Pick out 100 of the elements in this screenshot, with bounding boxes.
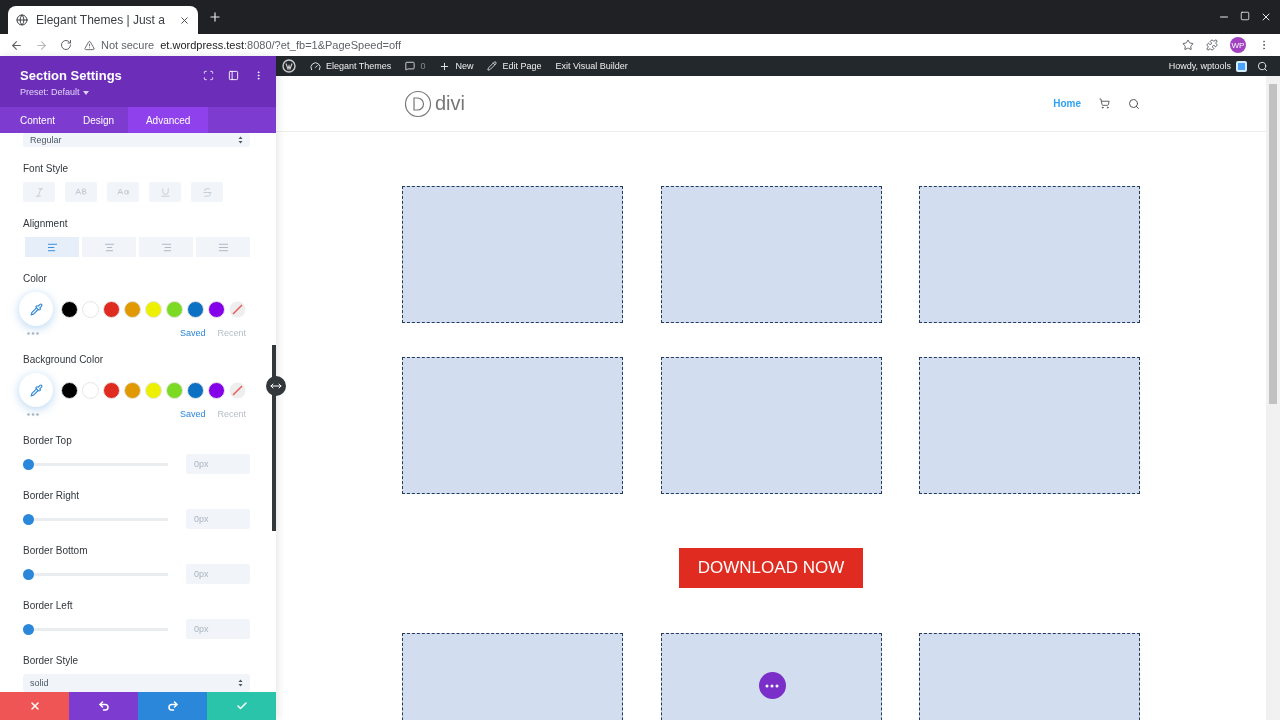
maximize-icon[interactable] [1240, 11, 1250, 21]
scrollbar-thumb[interactable] [1269, 84, 1277, 404]
exit-builder-link[interactable]: Exit Visual Builder [555, 61, 628, 71]
align-right-icon [160, 241, 172, 253]
new-link[interactable]: New [439, 60, 474, 72]
close-icon[interactable] [1260, 11, 1272, 23]
nav-link[interactable]: Home [1053, 98, 1081, 109]
comment-icon[interactable] [405, 61, 416, 71]
plus-icon[interactable] [439, 60, 451, 72]
close-icon[interactable] [179, 14, 190, 26]
panel-tab[interactable]: Advanced [128, 107, 209, 133]
edit-page-link[interactable]: Edit Page [487, 61, 542, 71]
font-weight-select[interactable]: Regular [23, 133, 250, 147]
browser-tab[interactable]: Elegant Themes | Just a [8, 6, 198, 34]
cart-icon[interactable] [1099, 98, 1110, 109]
underline-icon [159, 186, 171, 198]
color-swatch[interactable] [61, 300, 78, 318]
color-swatch[interactable] [124, 381, 141, 399]
slider-thumb[interactable] [23, 458, 34, 470]
color-swatch[interactable] [145, 300, 162, 318]
site-link[interactable]: Elegant Themes [310, 60, 392, 72]
download-button[interactable]: DOWNLOAD NOW [678, 548, 864, 588]
new-tab-icon[interactable] [208, 10, 222, 24]
globe-icon [16, 14, 28, 26]
wordpress-logo-icon[interactable] [282, 59, 296, 73]
reload-icon[interactable] [60, 39, 72, 51]
slider-thumb[interactable] [23, 623, 34, 635]
more-dots-icon[interactable] [27, 412, 39, 416]
eyedropper-button[interactable] [19, 373, 53, 407]
search-icon[interactable] [1257, 60, 1268, 72]
more-options-button[interactable] [758, 672, 786, 699]
field-label: Alignment [23, 218, 69, 229]
align-center-icon [103, 241, 115, 253]
field-label: Border Style [23, 655, 80, 666]
field-label: Color [23, 273, 48, 284]
checkmark-icon[interactable] [235, 700, 248, 712]
security-label: Not secure [101, 39, 155, 51]
profile-avatar[interactable]: WP [1230, 37, 1246, 53]
color-swatch[interactable] [124, 300, 141, 318]
slider-thumb[interactable] [23, 568, 34, 580]
site-logo[interactable]: divi [404, 89, 465, 118]
panel-title: Section Settings [20, 68, 123, 83]
user-avatar[interactable] [1236, 60, 1247, 72]
pencil-icon[interactable] [487, 61, 498, 71]
gauge-icon[interactable] [310, 60, 321, 72]
slider-thumb[interactable] [23, 513, 34, 525]
undo-icon[interactable] [97, 700, 110, 712]
field-label: Font Style [23, 163, 70, 174]
align-left-icon [46, 241, 58, 253]
fullscreen-icon[interactable] [203, 70, 214, 81]
color-swatch[interactable] [166, 381, 183, 399]
account-link[interactable]: Howdy, wptools [1168, 60, 1247, 72]
color-swatch[interactable] [187, 300, 204, 318]
comments-link[interactable]: 0 [405, 61, 426, 71]
align-justify-icon [217, 241, 229, 253]
more-dots-icon[interactable] [27, 331, 39, 335]
color-swatch[interactable] [103, 381, 120, 399]
eyedropper-icon[interactable] [29, 302, 43, 316]
capitalize-icon [117, 186, 129, 198]
field-label: Border Left [23, 600, 74, 611]
field-label: Border Bottom [23, 545, 89, 556]
more-dots-icon[interactable] [765, 683, 779, 688]
bookmark-star-icon[interactable] [1182, 39, 1194, 51]
color-swatch[interactable] [166, 300, 183, 318]
color-swatch[interactable] [61, 381, 78, 399]
select-arrows-icon [238, 136, 243, 144]
color-swatch[interactable] [208, 300, 225, 318]
forward-icon[interactable] [35, 38, 48, 52]
tab-title: Elegant Themes | Just a [36, 13, 166, 27]
panel-tab[interactable]: Content [6, 107, 70, 133]
redo-icon[interactable] [166, 700, 179, 712]
field-label: Background Color [23, 354, 105, 365]
caret-icon[interactable] [82, 90, 89, 95]
select-arrows-icon [238, 679, 243, 687]
color-swatch[interactable] [208, 381, 225, 399]
saved-tab[interactable]: Saved [179, 328, 206, 338]
no-color-swatch[interactable] [229, 381, 246, 399]
saved-tab[interactable]: Saved [179, 409, 206, 419]
color-swatch[interactable] [187, 381, 204, 399]
field-label: Border Right [23, 490, 81, 501]
panel-tab[interactable]: Design [69, 107, 129, 133]
color-swatch[interactable] [82, 381, 99, 399]
no-color-swatch[interactable] [229, 300, 246, 318]
eyedropper-icon[interactable] [29, 383, 43, 397]
field-label: Border Top [23, 435, 73, 446]
uppercase-icon [75, 186, 87, 198]
border-style-select[interactable]: solid [23, 674, 250, 692]
preset-dropdown[interactable]: Preset: Default [20, 87, 203, 97]
eyedropper-button[interactable] [19, 292, 53, 326]
url-text[interactable]: et.wordpress.test:8080/?et_fb=1&PageSpeed=off [160, 39, 401, 51]
warning-icon [84, 39, 95, 51]
scrollbar-thumb[interactable] [272, 345, 276, 531]
back-icon[interactable] [10, 38, 23, 52]
color-swatch[interactable] [145, 381, 162, 399]
color-swatch[interactable] [82, 300, 99, 318]
italic-icon [33, 186, 45, 198]
strikethrough-icon [201, 186, 213, 198]
color-swatch[interactable] [103, 300, 120, 318]
puzzle-icon[interactable] [1206, 39, 1218, 51]
layout-icon[interactable] [228, 70, 239, 81]
